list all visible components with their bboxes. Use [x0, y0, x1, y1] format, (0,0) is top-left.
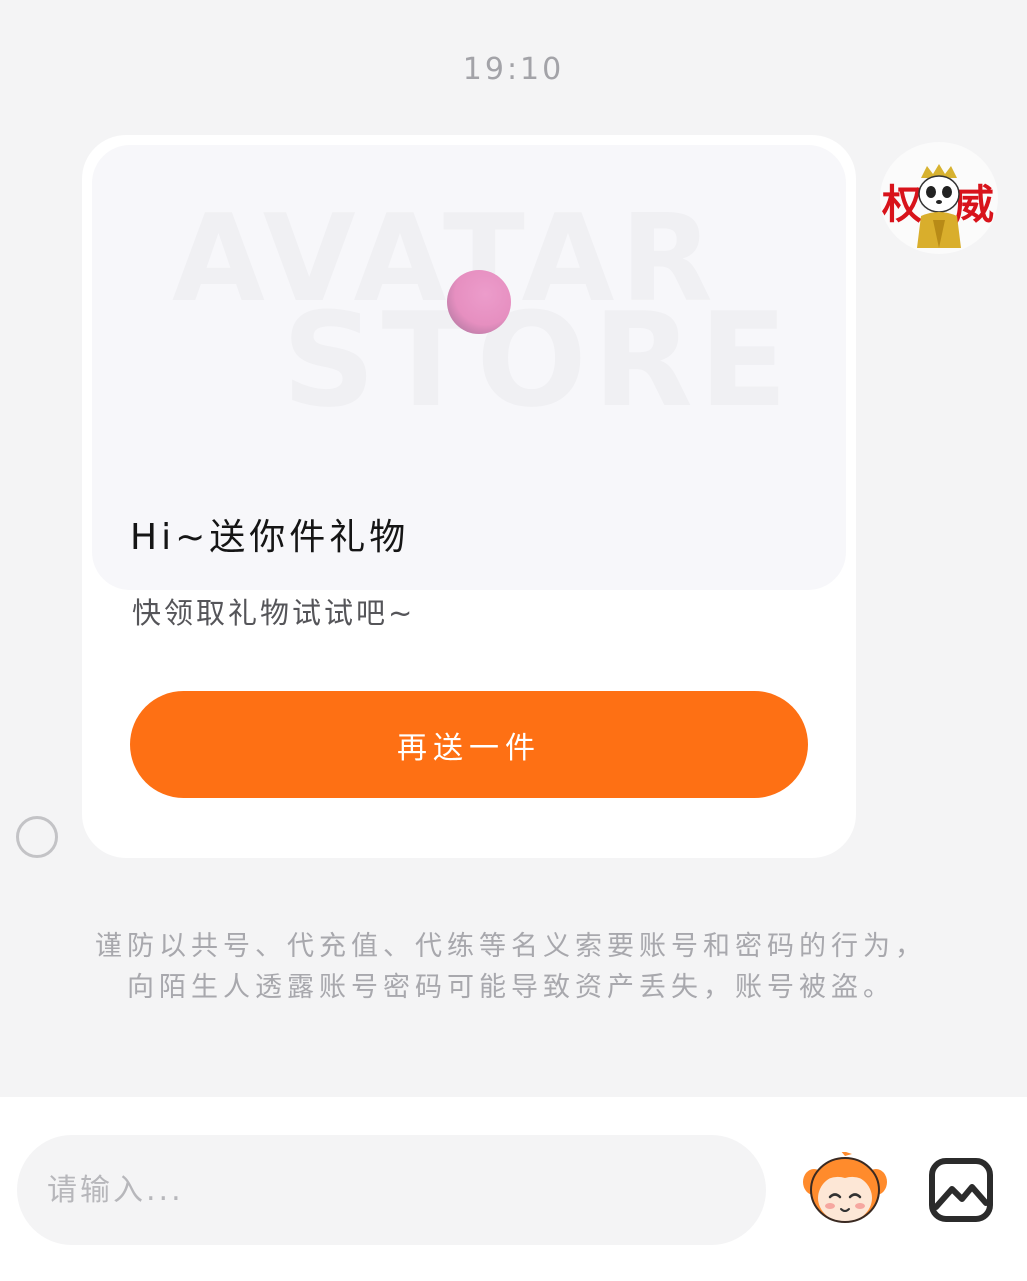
sender-avatar[interactable]: 权 威 — [880, 142, 998, 254]
send-another-gift-button[interactable]: 再送一件 — [130, 691, 808, 798]
message-status-circle-icon — [16, 816, 58, 858]
mascot-emoji-icon[interactable] — [800, 1150, 890, 1227]
input-bar — [0, 1097, 1027, 1281]
loading-spinner-icon — [447, 270, 511, 334]
security-notice: 谨防以共号、代充值、代练等名义索要账号和密码的行为，向陌生人透露账号密码可能导致… — [95, 931, 927, 1003]
banner-watermark-bottom: STORE — [282, 284, 794, 436]
message-timestamp: 19:10 — [462, 52, 565, 87]
message-input[interactable] — [17, 1135, 766, 1245]
panda-figure-icon — [917, 164, 961, 248]
gift-card-title: Hi~送你件礼物 — [130, 517, 410, 558]
gift-message-card[interactable]: AVATAR STORE Hi~送你件礼物 快领取礼物试试吧~ 再送一件 — [82, 135, 856, 858]
image-icon[interactable] — [928, 1157, 994, 1223]
gift-card-subtitle: 快领取礼物试试吧~ — [132, 596, 416, 630]
